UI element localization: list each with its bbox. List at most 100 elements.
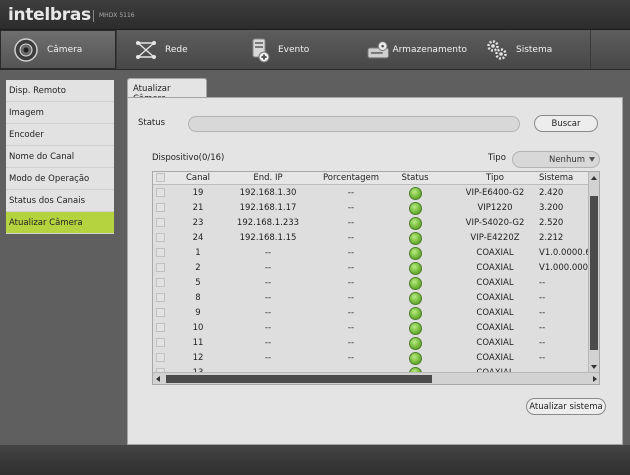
table-row[interactable]: 1 -- -- COAXIAL V1.0.0000.6.I <box>153 247 589 260</box>
col-header-type[interactable]: Tipo <box>455 173 535 183</box>
table-row[interactable]: 12 -- -- COAXIAL -- <box>153 352 589 365</box>
row-checkbox[interactable] <box>156 323 165 332</box>
cell-system: -- <box>539 308 546 318</box>
col-header-status[interactable]: Status <box>395 173 435 183</box>
update-camera-panel: Status Buscar Dispositivo(0/16) Tipo Nen… <box>127 97 623 445</box>
main-area: Disp. Remoto Imagem Encoder Nome do Cana… <box>0 70 630 445</box>
type-select[interactable]: Nenhum <box>512 151 600 168</box>
status-online-icon <box>409 307 422 320</box>
nav-label: Câmera <box>47 44 83 55</box>
status-online-icon <box>409 247 422 260</box>
cell-channel: 1 <box>195 248 201 258</box>
cell-percentage: -- <box>347 278 355 288</box>
row-checkbox[interactable] <box>156 203 165 212</box>
row-checkbox[interactable] <box>156 233 165 242</box>
type-label: Tipo <box>488 153 506 163</box>
cell-type: VIP1220 <box>477 203 513 213</box>
row-checkbox[interactable] <box>156 338 165 347</box>
cell-ip: 192.168.1.17 <box>239 203 297 213</box>
sidebar-item-channel-status[interactable]: Status dos Canais <box>6 190 114 212</box>
row-checkbox[interactable] <box>156 188 165 197</box>
table-row[interactable]: 8 -- -- COAXIAL -- <box>153 292 589 305</box>
cell-percentage: -- <box>347 293 355 303</box>
sidebar-item-operation-mode[interactable]: Modo de Operação <box>6 168 114 190</box>
event-icon <box>252 38 270 62</box>
row-checkbox[interactable] <box>156 248 165 257</box>
cell-type: VIP-E6400-G2 <box>465 188 525 198</box>
cell-percentage: -- <box>347 218 355 228</box>
cell-ip: -- <box>264 323 272 333</box>
nav-storage[interactable]: Armazenamento <box>367 30 467 69</box>
cell-type: COAXIAL <box>476 278 514 288</box>
scroll-left-icon[interactable] <box>156 376 160 382</box>
row-checkbox[interactable] <box>156 308 165 317</box>
cell-channel: 9 <box>195 308 201 318</box>
cell-ip: -- <box>264 248 272 258</box>
row-checkbox[interactable] <box>156 218 165 227</box>
cell-ip: -- <box>264 263 272 273</box>
update-system-button[interactable]: Atualizar sistema <box>526 398 606 415</box>
horizontal-scrollbar[interactable] <box>153 372 599 384</box>
cell-channel: 10 <box>192 323 204 333</box>
nav-system[interactable]: Sistema <box>486 30 586 69</box>
table-row[interactable]: 19 192.168.1.30 -- VIP-E6400-G2 2.420 <box>153 187 589 200</box>
row-checkbox[interactable] <box>156 293 165 302</box>
cell-channel: 12 <box>192 353 204 363</box>
table-row[interactable]: 5 -- -- COAXIAL -- <box>153 277 589 290</box>
cell-ip: -- <box>264 278 272 288</box>
status-online-icon <box>409 187 422 200</box>
nav-network[interactable]: Rede <box>135 30 235 69</box>
cell-type: VIP-S4020-G2 <box>465 218 525 228</box>
network-icon <box>136 40 156 59</box>
col-header-channel[interactable]: Canal <box>181 173 215 183</box>
horizontal-scroll-thumb[interactable] <box>166 375 432 383</box>
row-checkbox[interactable] <box>156 278 165 287</box>
status-online-icon <box>409 352 422 365</box>
sidebar-item-encoder[interactable]: Encoder <box>6 124 114 146</box>
cell-ip: -- <box>264 293 272 303</box>
select-all-checkbox[interactable] <box>156 173 165 182</box>
cell-system: V1.0.0000.6.I <box>539 248 589 258</box>
device-count-label: Dispositivo(0/16) <box>152 153 225 163</box>
col-header-ip[interactable]: End. IP <box>233 173 303 183</box>
sidebar-item-remote-device[interactable]: Disp. Remoto <box>6 80 114 102</box>
nav-event[interactable]: Evento <box>250 30 350 69</box>
cell-percentage: -- <box>347 263 355 273</box>
vertical-scroll-thumb[interactable] <box>590 196 598 350</box>
cell-type: COAXIAL <box>476 338 514 348</box>
scroll-down-icon[interactable] <box>591 365 597 369</box>
cell-percentage: -- <box>347 308 355 318</box>
status-online-icon <box>409 217 422 230</box>
status-field <box>188 116 520 132</box>
col-header-percentage[interactable]: Porcentagem <box>315 173 387 183</box>
tab-update-camera[interactable]: Atualizar Câmera <box>127 78 207 104</box>
cell-percentage: -- <box>347 248 355 258</box>
col-header-system[interactable]: Sistema <box>539 173 589 183</box>
search-button[interactable]: Buscar <box>534 115 598 132</box>
table-row[interactable]: 21 192.168.1.17 -- VIP1220 3.200 <box>153 202 589 215</box>
scroll-right-icon[interactable] <box>593 376 597 382</box>
cell-channel: 11 <box>192 338 204 348</box>
table-row[interactable]: 24 192.168.1.15 -- VIP-E4220Z 2.212 <box>153 232 589 245</box>
cell-system: -- <box>539 323 546 333</box>
table-row[interactable]: 11 -- -- COAXIAL -- <box>153 337 589 350</box>
cell-ip: -- <box>264 308 272 318</box>
sidebar-item-channel-name[interactable]: Nome do Canal <box>6 146 114 168</box>
table-row[interactable]: 2 -- -- COAXIAL V1.000.0004. <box>153 262 589 275</box>
scroll-up-icon[interactable] <box>591 176 597 180</box>
sidebar: Disp. Remoto Imagem Encoder Nome do Cana… <box>6 80 114 234</box>
sidebar-item-image[interactable]: Imagem <box>6 102 114 124</box>
table-row[interactable]: 23 192.168.1.233 -- VIP-S4020-G2 2.520 <box>153 217 589 230</box>
cell-type: VIP-E4220Z <box>470 233 520 243</box>
sidebar-item-update-camera[interactable]: Atualizar Câmera <box>6 212 114 234</box>
table-row[interactable]: 10 -- -- COAXIAL -- <box>153 322 589 335</box>
vertical-scrollbar[interactable] <box>588 172 599 373</box>
nav-camera[interactable]: Câmera <box>0 30 116 69</box>
row-checkbox[interactable] <box>156 353 165 362</box>
cell-ip: 192.168.1.30 <box>239 188 297 198</box>
cell-system: -- <box>539 278 546 288</box>
cell-ip: 192.168.1.233 <box>236 218 300 228</box>
cell-system: 2.520 <box>539 218 564 228</box>
table-row[interactable]: 9 -- -- COAXIAL -- <box>153 307 589 320</box>
row-checkbox[interactable] <box>156 263 165 272</box>
